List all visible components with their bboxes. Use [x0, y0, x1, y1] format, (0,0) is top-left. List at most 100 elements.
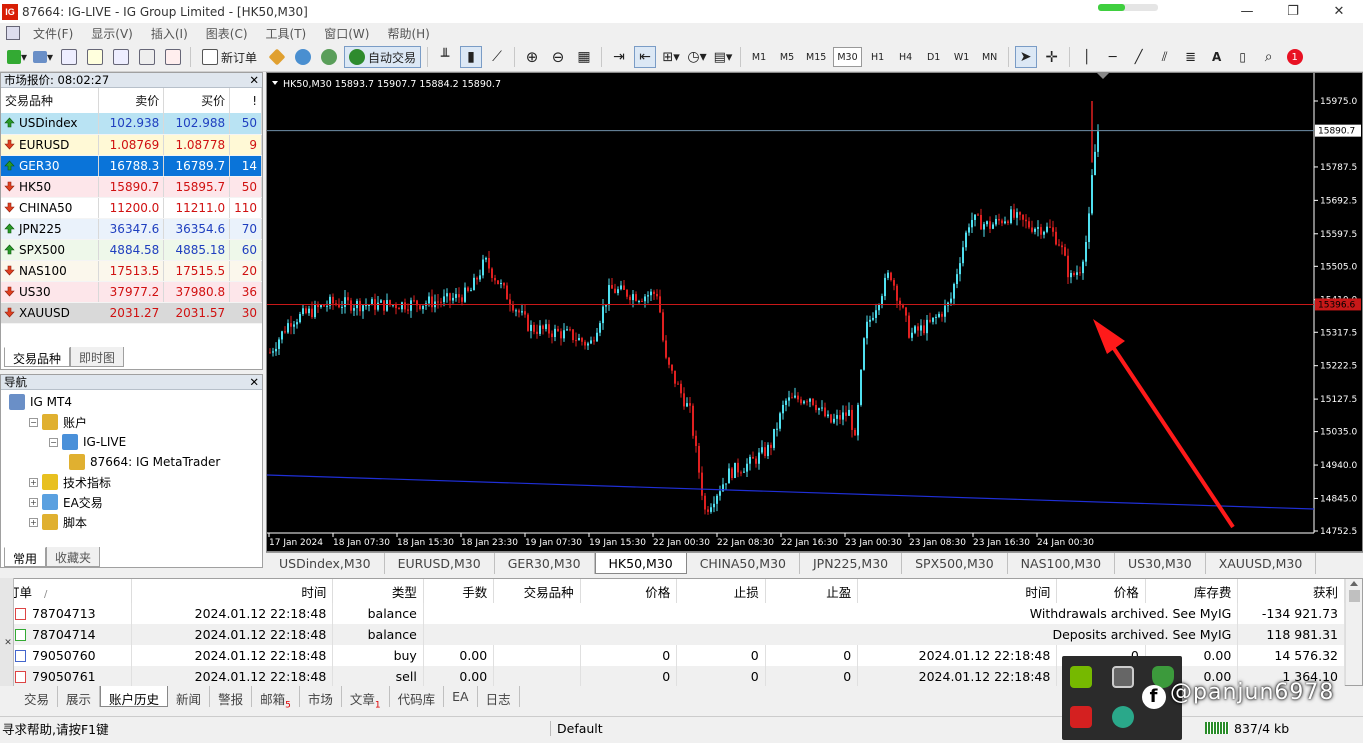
candlestick-icon[interactable]: ▮ [460, 46, 483, 68]
terminal-tab[interactable]: 账户历史 [100, 686, 169, 707]
notifications-icon[interactable]: 1 [1284, 46, 1306, 68]
terminal-tab[interactable]: 邮箱5 [252, 686, 300, 711]
terminal-header-11[interactable]: 获利 [1237, 579, 1345, 603]
price-chart[interactable]: HK50,M30 15893.7 15907.7 15884.2 15890.7… [267, 73, 1362, 551]
chart-shift-icon[interactable]: ⇤ [634, 46, 657, 68]
quotes-header-3[interactable]: ! [229, 88, 262, 113]
quotes-header-2[interactable]: 买价 [163, 88, 231, 113]
line-chart-icon[interactable]: ⟋ [486, 46, 508, 68]
quote-row[interactable]: SPX500 4884.58 4885.18 60 [1, 239, 262, 261]
terminal-header-3[interactable]: 手数 [423, 579, 495, 603]
templates-icon[interactable]: ▤▾ [712, 46, 734, 68]
timeframe-h1-button[interactable]: H1 [866, 47, 890, 67]
terminal-tab[interactable]: EA [444, 686, 478, 707]
tile-windows-icon[interactable]: ▦ [573, 46, 595, 68]
terminal-header-1[interactable]: 时间 [131, 579, 334, 603]
navigator-item[interactable]: + 技术指标 [1, 472, 262, 492]
navigator-item[interactable]: IG MT4 [1, 392, 262, 412]
quote-row[interactable]: NAS100 17513.5 17515.5 20 [1, 260, 262, 282]
terminal-tab[interactable]: 市场 [300, 686, 342, 707]
maximize-button[interactable]: ❐ [1270, 0, 1316, 23]
quote-row[interactable]: XAUUSD 2031.27 2031.57 30 [1, 302, 262, 324]
navigator-item[interactable]: − IG-LIVE [1, 432, 262, 452]
data-window-toggle-icon[interactable] [84, 46, 106, 68]
market-watch-tab-0[interactable]: 交易品种 [4, 347, 71, 367]
terminal-tab[interactable]: 文章1 [342, 686, 390, 711]
text-tool-icon[interactable]: A [1206, 46, 1228, 68]
expand-icon[interactable]: + [29, 517, 38, 527]
chart-tab[interactable]: GER30,M30 [495, 553, 595, 574]
terminal-tab[interactable]: 展示 [58, 686, 101, 707]
timeframe-h4-button[interactable]: H4 [894, 47, 918, 67]
terminal-header-5[interactable]: 价格 [580, 579, 678, 603]
terminal-header-10[interactable]: 库存费 [1145, 579, 1239, 603]
chart-shift-marker[interactable] [1097, 73, 1109, 79]
terminal-tab[interactable]: 交易 [16, 686, 59, 707]
quotes-header-1[interactable]: 卖价 [98, 88, 165, 113]
terminal-tab[interactable]: 日志 [478, 686, 520, 707]
terminal-header-4[interactable]: 交易品种 [493, 579, 581, 603]
navigator-item[interactable]: + EA交易 [1, 492, 262, 512]
terminal-toggle-icon[interactable] [136, 46, 158, 68]
chart-tab[interactable]: USDindex,M30 [266, 553, 385, 574]
timeframe-mn-button[interactable]: MN [978, 47, 1002, 67]
timeframe-w1-button[interactable]: W1 [950, 47, 974, 67]
market-watch-toggle-icon[interactable] [58, 46, 80, 68]
terminal-header-2[interactable]: 类型 [332, 579, 424, 603]
timeframe-d1-button[interactable]: D1 [922, 47, 946, 67]
chart-window[interactable]: HK50,M30 15893.7 15907.7 15884.2 15890.7… [266, 72, 1363, 552]
fibonacci-icon[interactable]: ≣ [1180, 46, 1202, 68]
timeframe-m15-button[interactable]: M15 [803, 47, 829, 67]
terminal-header-8[interactable]: 时间 [857, 579, 1058, 603]
chart-tab[interactable]: JPN225,M30 [800, 553, 903, 574]
quote-row[interactable]: EURUSD 1.08769 1.08778 9 [1, 134, 262, 156]
trend-line[interactable] [267, 474, 1315, 510]
collapse-icon[interactable]: − [29, 417, 38, 427]
menu-item-3[interactable]: 图表(C) [197, 25, 257, 42]
auto-scroll-icon[interactable]: ⇥ [608, 46, 630, 68]
expand-icon[interactable]: + [29, 497, 38, 507]
terminal-row[interactable]: 78704714 2024.01.12 22:18:48 balance Deposi… [1, 624, 1345, 645]
chart-tab[interactable]: HK50,M30 [594, 553, 687, 574]
navigator-item[interactable]: − 账户 [1, 412, 262, 432]
navigator-tab-1[interactable]: 收藏夹 [46, 547, 101, 567]
chart-tab[interactable]: NAS100,M30 [1008, 553, 1116, 574]
menu-item-2[interactable]: 插入(I) [142, 25, 197, 42]
chart-tab[interactable]: SPX500,M30 [902, 553, 1008, 574]
new-chart-button[interactable]: ▾ [6, 46, 28, 68]
chart-menu-icon[interactable] [272, 81, 278, 85]
menu-item-4[interactable]: 工具(T) [257, 25, 316, 42]
app-red-icon[interactable] [1070, 706, 1092, 728]
menu-item-6[interactable]: 帮助(H) [378, 25, 438, 42]
menu-item-1[interactable]: 显示(V) [82, 25, 142, 42]
navigator-item[interactable]: + 脚本 [1, 512, 262, 532]
vertical-line-icon[interactable]: │ [1076, 46, 1098, 68]
display-icon[interactable] [1112, 666, 1134, 688]
app-green-icon[interactable] [1112, 706, 1134, 728]
navigator-item[interactable]: 87664: IG MetaTrader [1, 452, 262, 472]
menu-item-0[interactable]: 文件(F) [24, 25, 82, 42]
chart-tab[interactable]: CHINA50,M30 [687, 553, 800, 574]
market-watch-tab-1[interactable]: 即时图 [70, 347, 125, 367]
terminal-header-7[interactable]: 止盈 [765, 579, 859, 603]
chart-tab[interactable]: XAUUSD,M30 [1206, 553, 1317, 574]
trendline-icon[interactable]: ╱ [1128, 46, 1150, 68]
timeframe-m5-button[interactable]: M5 [775, 47, 799, 67]
navigator-toggle-icon[interactable] [110, 46, 132, 68]
zoom-in-icon[interactable]: ⊕ [521, 46, 543, 68]
terminal-header-9[interactable]: 价格 [1056, 579, 1146, 603]
quote-row[interactable]: GER30 16788.3 16789.7 14 [1, 155, 262, 177]
label-tool-icon[interactable]: ▯ [1232, 46, 1254, 68]
terminal-header-0[interactable]: 订单 / [1, 579, 133, 603]
menu-item-5[interactable]: 窗口(W) [315, 25, 378, 42]
quotes-header-0[interactable]: 交易品种 [1, 88, 99, 113]
terminal-tab[interactable]: 警报 [210, 686, 253, 707]
quote-row[interactable]: US30 37977.2 37980.8 36 [1, 281, 262, 303]
search-icon[interactable]: ⌕ [1258, 46, 1280, 68]
collapse-icon[interactable]: − [49, 437, 58, 447]
chart-tab[interactable]: US30,M30 [1115, 553, 1206, 574]
close-icon[interactable]: ✕ [249, 375, 259, 389]
equidistant-channel-icon[interactable]: ⫽ [1154, 46, 1176, 68]
bar-chart-icon[interactable]: ╨ [434, 46, 456, 68]
horizontal-line-icon[interactable]: ─ [1102, 46, 1124, 68]
